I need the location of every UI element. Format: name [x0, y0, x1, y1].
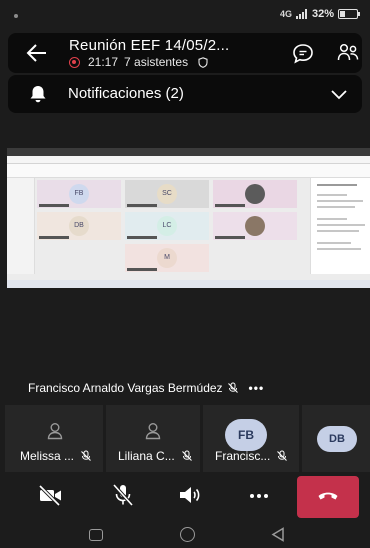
participant-name: Liliana C...: [118, 449, 175, 463]
shared-app-ribbon: [7, 164, 370, 178]
camera-off-icon[interactable]: [37, 483, 63, 507]
shared-tile-photo: [245, 184, 265, 204]
meeting-duration: 21:17: [88, 55, 119, 69]
bell-icon: [30, 86, 46, 103]
shared-screen-view[interactable]: FB SC DB LC M: [7, 148, 370, 288]
avatar: DB: [317, 426, 357, 452]
avatar: FB: [225, 419, 267, 451]
hang-up-button[interactable]: [297, 476, 359, 518]
battery-icon: [338, 9, 360, 19]
recent-apps-icon[interactable]: [89, 529, 103, 541]
shared-tile: [213, 212, 297, 240]
notification-dot-icon: [14, 14, 18, 18]
chevron-down-icon[interactable]: [330, 87, 348, 101]
participant-tile[interactable]: FB Francisc...: [203, 405, 299, 472]
recording-icon: [69, 56, 80, 68]
mic-off-icon: [277, 450, 288, 461]
participant-name-row: Melissa ...: [20, 449, 92, 463]
shield-icon: [198, 56, 208, 68]
shared-tile-avatar: DB: [69, 216, 89, 236]
back-triangle-icon[interactable]: [271, 527, 285, 542]
shared-tile: M: [125, 244, 209, 272]
chat-icon[interactable]: [292, 43, 314, 64]
participant-name-row: Francisc...: [215, 449, 288, 463]
attendee-count[interactable]: 7 asistentes: [124, 55, 188, 69]
shared-address-bar: [7, 156, 370, 164]
notifications-bar[interactable]: Notificaciones (2): [8, 75, 362, 113]
participant-name: Melissa ...: [20, 449, 75, 463]
shared-tile: DB: [37, 212, 121, 240]
participant-tile[interactable]: Melissa ...: [5, 405, 103, 472]
shared-tile-avatar: FB: [69, 184, 89, 204]
shared-browser-tabs: [7, 148, 370, 156]
shared-tile-avatar: M: [157, 248, 177, 268]
shared-tile: [213, 180, 297, 208]
participant-tile[interactable]: DB: [302, 405, 370, 472]
meeting-title: Reunión EEF 14/05/2...: [69, 37, 230, 54]
shared-side-panel: [310, 178, 370, 274]
shared-tile: LC: [125, 212, 209, 240]
participant-tile[interactable]: Liliana C...: [106, 405, 200, 472]
status-bar: 4G 32%: [0, 0, 370, 32]
mic-off-icon: [181, 450, 192, 461]
participant-name: Francisc...: [215, 449, 271, 463]
person-icon: [47, 423, 63, 440]
presenter-more-button[interactable]: •••: [249, 381, 265, 395]
hang-up-icon: [318, 492, 338, 500]
participant-name-row: Liliana C...: [118, 449, 193, 463]
signal-strength-label: 4G: [279, 9, 292, 19]
shared-tile-avatar: LC: [157, 216, 177, 236]
person-icon: [145, 423, 161, 440]
speaker-icon[interactable]: [177, 483, 203, 507]
presenter-name: Francisco Arnaldo Vargas Bermúdez: [28, 381, 223, 395]
shared-tile-avatar: SC: [157, 184, 177, 204]
more-icon[interactable]: [246, 483, 272, 507]
shared-taskbar: [7, 280, 370, 288]
shared-app-sidebar: [7, 178, 35, 274]
meeting-info: 21:17 7 asistentes: [69, 55, 208, 69]
battery-percentage: 32%: [311, 8, 334, 20]
shared-video-grid: FB SC DB LC M: [37, 180, 307, 274]
arrow-left-icon[interactable]: [24, 41, 50, 65]
notifications-label: Notificaciones (2): [68, 85, 184, 102]
system-navigation-bar: [0, 522, 370, 548]
presenter-label: Francisco Arnaldo Vargas Bermúdez •••: [28, 381, 264, 395]
mic-off-icon: [81, 450, 91, 461]
meeting-header: Reunión EEF 14/05/2... 21:17 7 asistente…: [8, 33, 362, 73]
home-icon[interactable]: [180, 527, 195, 542]
status-indicators: 4G 32%: [279, 8, 360, 20]
mic-off-icon[interactable]: [110, 483, 136, 507]
shared-tile: FB: [37, 180, 121, 208]
signal-icon: [295, 9, 307, 19]
mic-off-icon: [227, 382, 238, 393]
people-icon[interactable]: [337, 43, 359, 63]
shared-tile: SC: [125, 180, 209, 208]
shared-tile-photo: [245, 216, 265, 236]
